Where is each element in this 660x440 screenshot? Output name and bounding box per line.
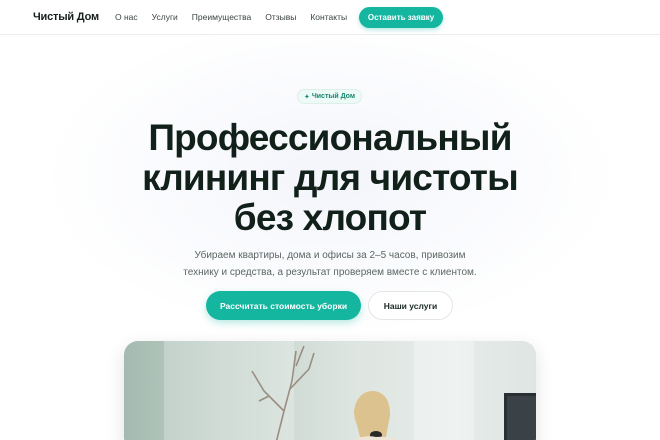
nav-link-advantages[interactable]: Преимущества [192, 12, 251, 22]
hero-photo [124, 341, 536, 440]
brand-badge-label: Чистый Дом [311, 93, 356, 100]
nav-link-reviews[interactable]: Отзывы [265, 12, 296, 22]
nav-link-contacts[interactable]: Контакты [310, 12, 347, 22]
landing-page: Чистый Дом О нас Услуги Преимущества Отз… [0, 0, 660, 440]
our-services-button[interactable]: Наши услуги [368, 291, 453, 320]
nav-link-services[interactable]: Услуги [152, 12, 178, 22]
hero-title: Профессиональный клининг для чистоты без… [0, 118, 660, 238]
calculate-cost-button[interactable]: Рассчитать стоимость уборки [206, 291, 361, 320]
hero-title-line-3: без хлопот [233, 197, 427, 238]
site-logo[interactable]: Чистый Дом [33, 11, 99, 23]
site-header: Чистый Дом О нас Услуги Преимущества Отз… [0, 0, 660, 35]
hero-photo-illustration [164, 341, 536, 440]
brand-badge: ✦ Чистый Дом [297, 89, 362, 104]
nav-link-about[interactable]: О нас [115, 12, 138, 22]
sparkle-icon: ✦ [303, 93, 310, 101]
hero-title-line-1: Профессиональный [148, 117, 512, 158]
hero-title-line-2: клининг для чистоты [142, 157, 519, 198]
hero-subtitle-line-1: Убираем квартиры, дома и офисы за 2–5 ча… [194, 250, 466, 261]
hero-subtitle: Убираем квартиры, дома и офисы за 2–5 ча… [0, 247, 660, 281]
submit-request-button[interactable]: Оставить заявку [359, 7, 443, 28]
main-nav: О нас Услуги Преимущества Отзывы Контакт… [115, 12, 361, 22]
hero-subtitle-line-2: технику и средства, а результат проверяе… [183, 267, 477, 278]
